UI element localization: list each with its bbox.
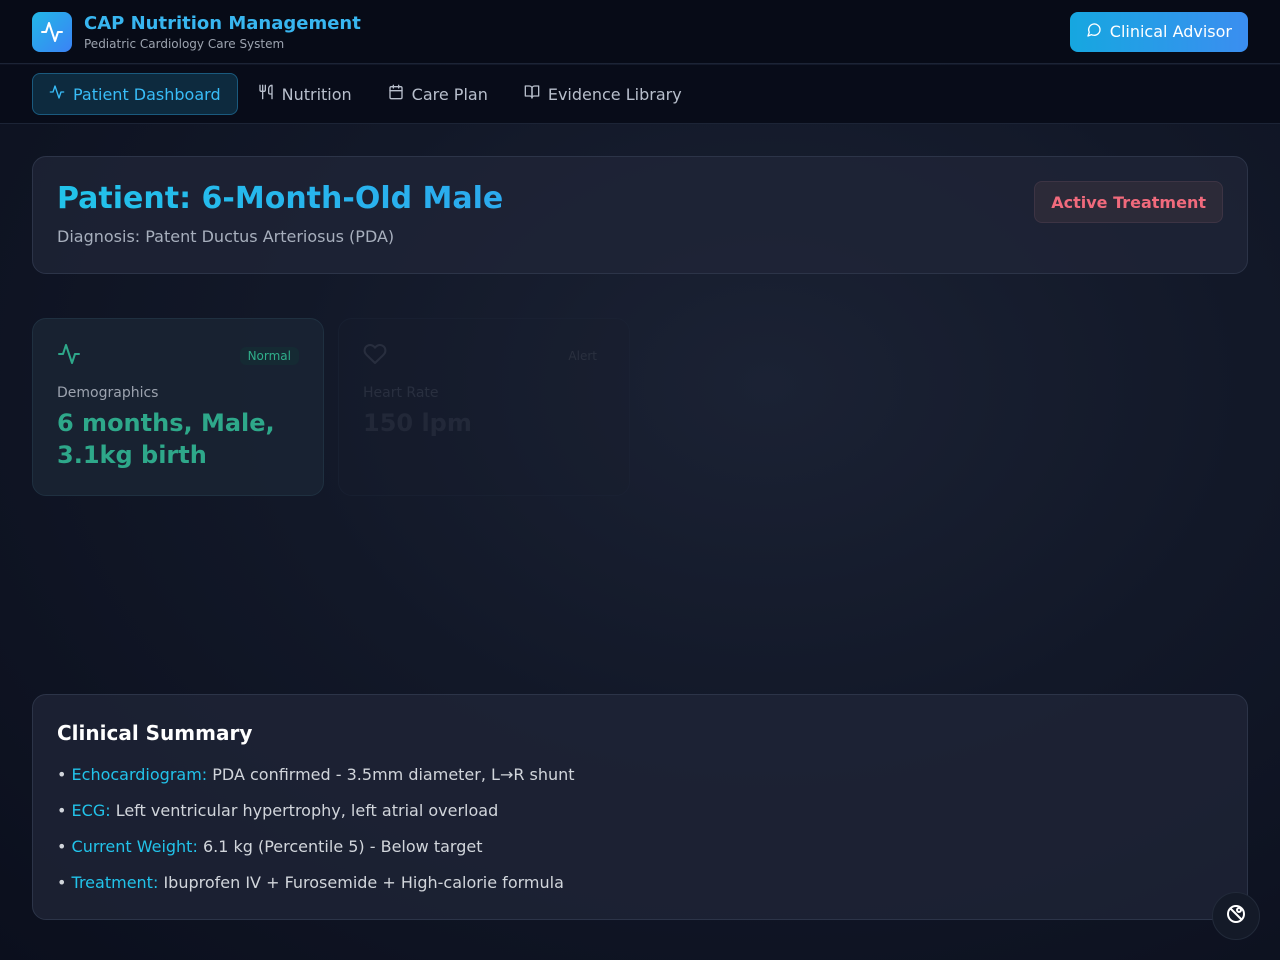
calendar-icon [388,84,404,104]
summary-list: • Echocardiogram: PDA confirmed - 3.5mm … [57,763,1223,907]
pill-icon [1224,902,1248,930]
summary-text: 6.1 kg (Percentile 5) - Below target [202,837,483,856]
status-badge: Active Treatment [1034,181,1223,223]
summary-text: Left ventricular hypertrophy, left atria… [115,801,499,820]
metric-status-tag: Alert [568,349,597,363]
book-open-icon [524,84,540,104]
activity-icon [49,84,65,104]
metric-label: Demographics [57,385,159,401]
list-item: • Treatment: Ibuprofen IV + Furosemide +… [57,873,564,892]
summary-key: Echocardiogram: [71,765,208,784]
summary-key: ECG: [71,801,111,820]
summary-key: Current Weight: [71,837,198,856]
tab-label: Patient Dashboard [73,84,221,104]
tab-nutrition[interactable]: Nutrition [242,73,368,115]
clinical-advisor-button[interactable]: Clinical Advisor [1069,11,1248,52]
utensils-icon [258,84,274,104]
summary-text: Ibuprofen IV + Furosemide + High-calorie… [163,873,564,892]
activity-icon [57,342,81,370]
patient-diagnosis: Diagnosis: Patent Ductus Arteriosus (PDA… [57,227,395,246]
summary-key: Treatment: [71,873,159,892]
metric-card-demographics[interactable]: Normal Demographics 6 months, Male, 3.1k… [32,318,324,496]
app-header: CAP Nutrition Management Pediatric Cardi… [0,0,1280,64]
tab-patient-dashboard[interactable]: Patient Dashboard [32,73,238,115]
main-nav: Patient Dashboard Nutrition Care Plan Ev… [0,65,1280,124]
brand: CAP Nutrition Management Pediatric Cardi… [32,11,361,52]
heart-icon [363,342,387,370]
app-title: CAP Nutrition Management [84,12,361,34]
metric-value: 150 lpm [363,409,472,437]
tab-evidence-library[interactable]: Evidence Library [508,73,698,115]
metric-card-heart-rate[interactable]: Alert Heart Rate 150 lpm [338,318,630,496]
metric-label: Heart Rate [363,385,439,401]
floating-action-button[interactable] [1212,892,1260,940]
metric-status-tag: Normal [239,347,299,365]
tab-label: Care Plan [411,84,488,104]
activity-icon [32,11,72,52]
list-item: • Echocardiogram: PDA confirmed - 3.5mm … [57,765,575,784]
tab-label: Evidence Library [547,84,682,104]
metric-value: 6 months, Male, 3.1kg birth [57,409,275,469]
clinical-summary-card: Clinical Summary • Echocardiogram: PDA c… [32,694,1248,920]
summary-text: PDA confirmed - 3.5mm diameter, L→R shun… [212,765,575,784]
summary-title: Clinical Summary [57,721,253,745]
list-item: • Current Weight: 6.1 kg (Percentile 5) … [57,837,483,856]
clinical-advisor-label: Clinical Advisor [1109,22,1232,41]
tab-care-plan[interactable]: Care Plan [372,73,504,115]
list-item: • ECG: Left ventricular hypertrophy, lef… [57,801,499,820]
message-circle-icon [1086,22,1102,42]
tab-label: Nutrition [281,84,352,104]
app-subtitle: Pediatric Cardiology Care System [84,36,285,51]
patient-card: Patient: 6-Month-Old Male Diagnosis: Pat… [32,156,1248,274]
